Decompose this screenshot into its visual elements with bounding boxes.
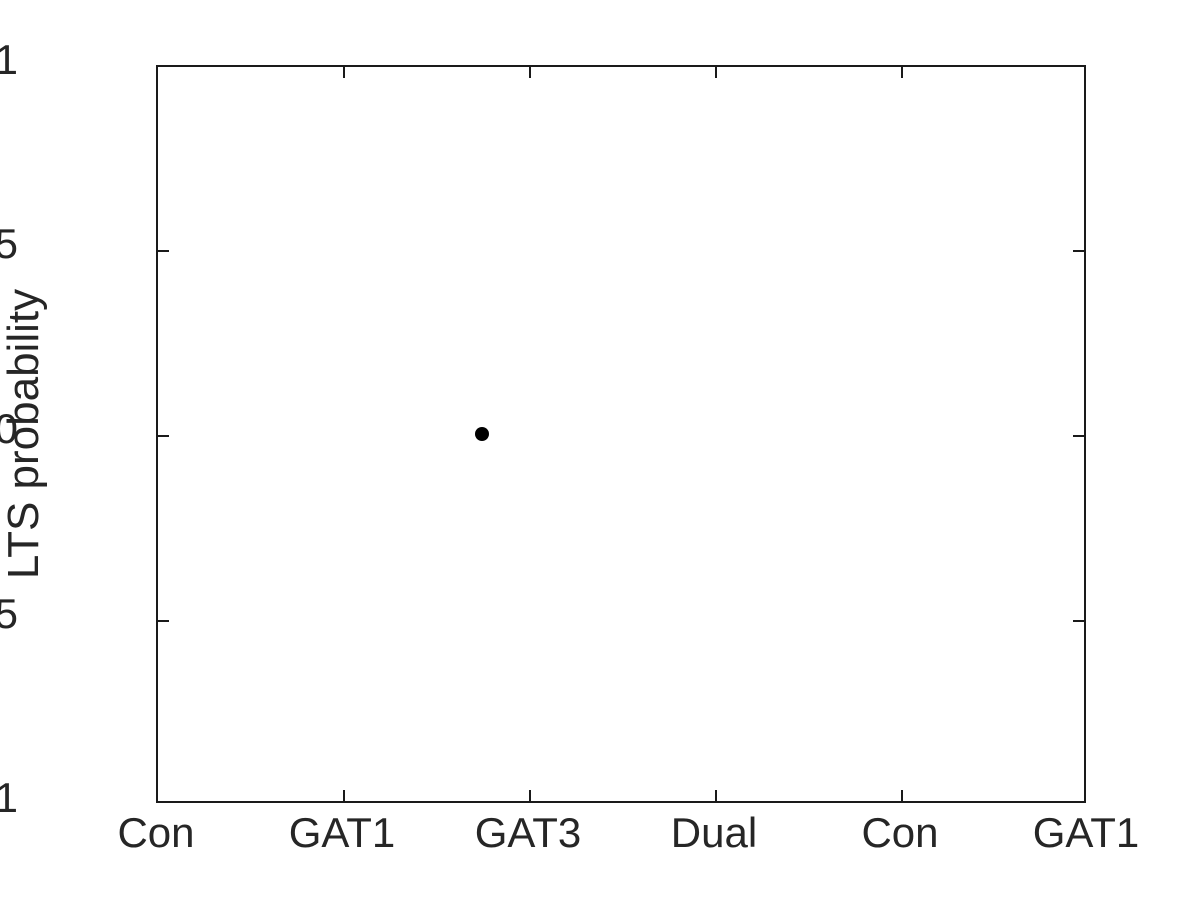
plot-area	[156, 65, 1086, 803]
tick-x-top-4	[715, 67, 717, 78]
figure-canvas: LTS probability 1 0.5 0 -0.5 -1 Con GAT1…	[0, 0, 1200, 900]
tick-x-bottom-4	[715, 790, 717, 801]
tick-x-top-3	[529, 67, 531, 78]
y-tick-label-0-text: 0	[0, 404, 18, 452]
tick-x-bottom-3	[529, 790, 531, 801]
tick-x-top-2	[343, 67, 345, 78]
tick-x-bottom-5	[901, 790, 903, 801]
x-tick-label-3: GAT3	[474, 809, 582, 856]
tick-x-top-5	[901, 67, 903, 78]
x-tick-label-6: GAT1	[1032, 809, 1140, 856]
data-point	[475, 427, 490, 441]
tick-y-left-neg-0-5	[158, 619, 169, 622]
tick-x-bottom-2	[343, 790, 345, 801]
tick-y-left-0-5	[158, 249, 169, 252]
x-tick-label-5: Con	[861, 809, 939, 856]
tick-y-right-neg-0-5	[1073, 619, 1084, 622]
y-tick-label-neg-0-5-text: -0.5	[0, 589, 18, 637]
x-tick-label-2: GAT1	[288, 809, 396, 856]
x-tick-label-1: Con	[117, 809, 195, 856]
tick-y-right-0-5	[1073, 249, 1084, 252]
x-tick-label-4: Dual	[670, 809, 758, 856]
tick-y-left-0	[158, 434, 169, 437]
y-tick-label-neg-1-text: -1	[0, 773, 18, 821]
tick-y-right-0	[1073, 434, 1084, 437]
y-tick-label-0-5-text: 0.5	[0, 219, 18, 267]
y-tick-label-1-text: 1	[0, 35, 18, 83]
